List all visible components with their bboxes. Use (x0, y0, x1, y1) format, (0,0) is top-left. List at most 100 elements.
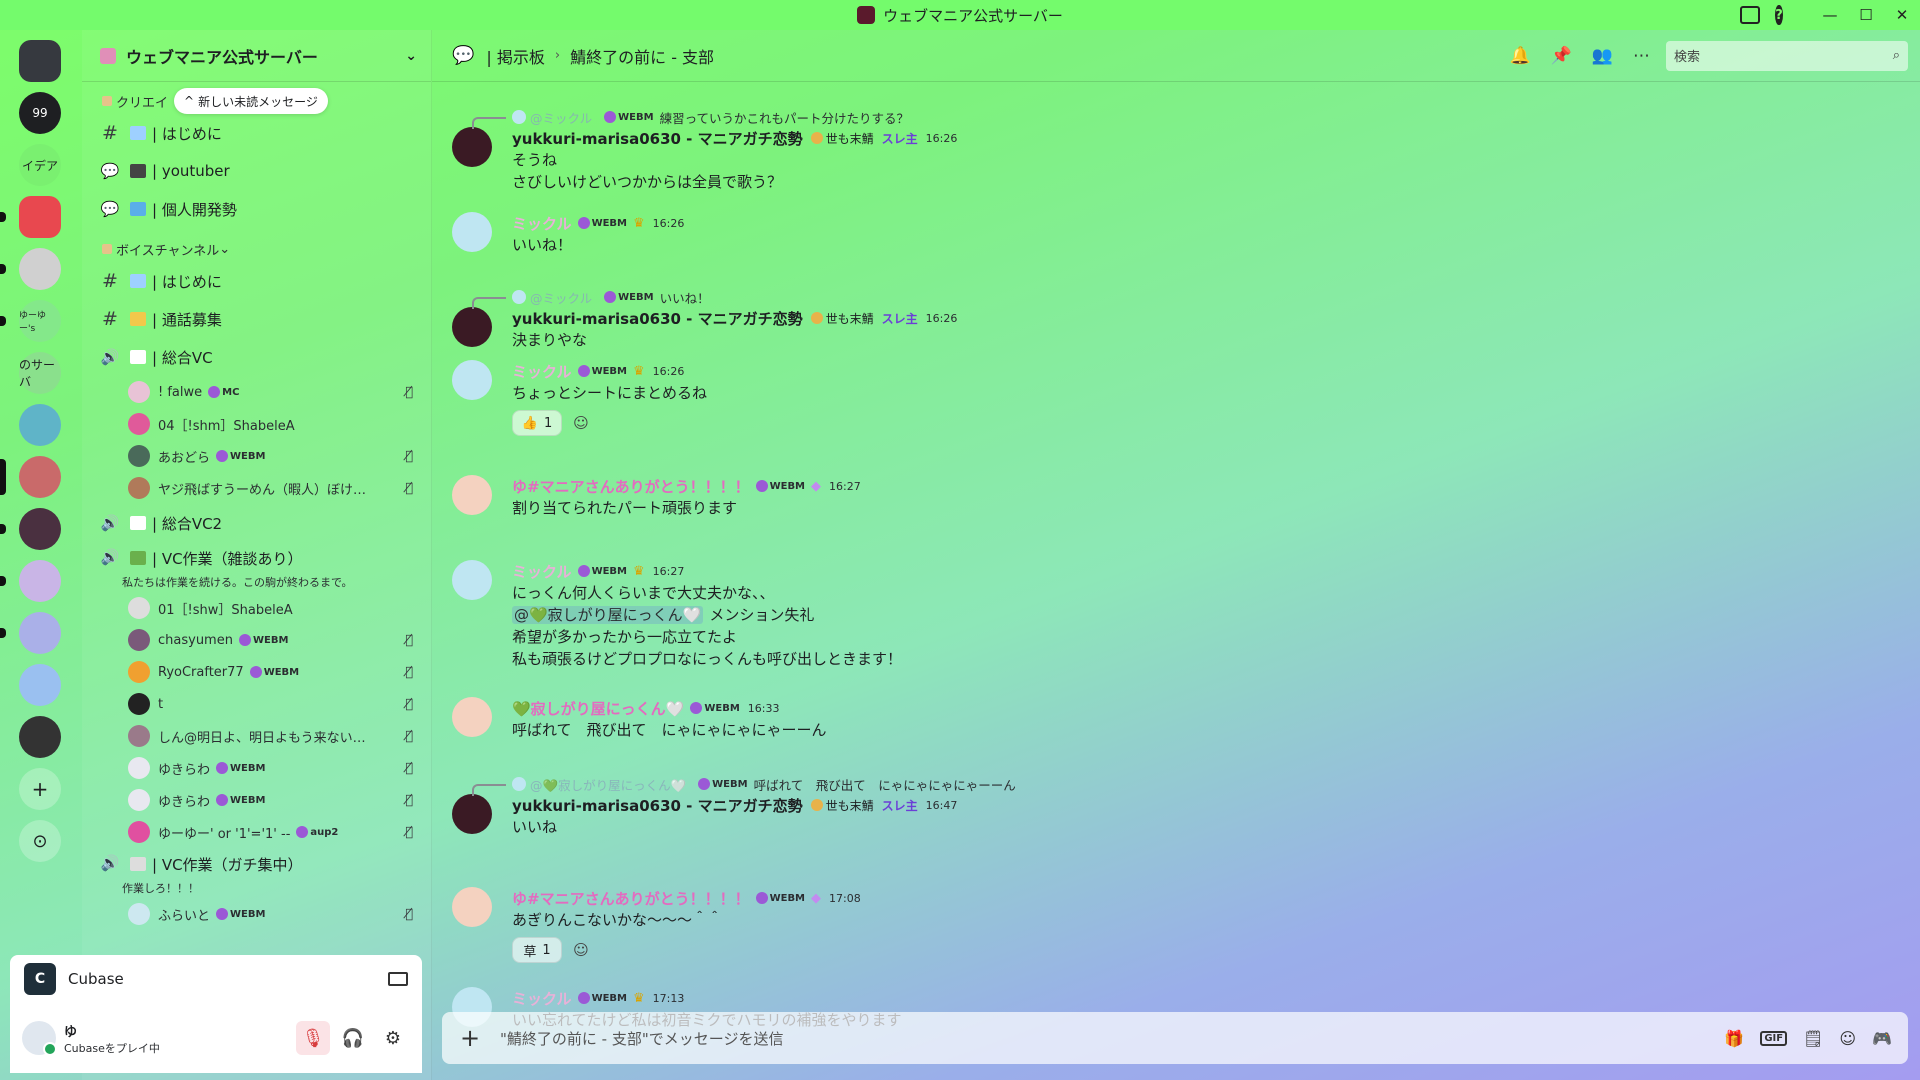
server-item[interactable]: 99 (19, 92, 61, 134)
reaction-chip[interactable]: 草1 (512, 937, 562, 963)
author-name[interactable]: yukkuri-marisa0630 - マニアガチ恋勢 (512, 128, 803, 149)
voice-user[interactable]: ヤジ飛ばすうーめん（暇人）ぼけ… 🎙̸ (82, 472, 431, 504)
gif-icon[interactable]: GIF (1760, 1030, 1788, 1046)
author-name[interactable]: ゆ#マニアさんありがとう！！！！ (512, 476, 750, 497)
game-controller-icon[interactable]: 🎮 (1872, 1029, 1892, 1048)
server-header[interactable]: ウェブマニア公式サーバー ⌄ (82, 30, 431, 82)
category-voice[interactable]: ボイスチャンネル ⌄ (82, 236, 431, 262)
channel-item[interactable]: 💬 | youtuber (82, 152, 431, 190)
channel-item[interactable]: 🔊 | 総合VC (82, 338, 431, 376)
author-name[interactable]: ミックル (512, 361, 572, 382)
help-button[interactable]: ? (1775, 0, 1812, 30)
user-tag-label: WEBM (230, 908, 266, 920)
voice-user[interactable]: ふらいと WEBM 🎙̸ (82, 898, 431, 930)
settings-button[interactable]: ⚙ (376, 1021, 410, 1055)
author-name[interactable]: yukkuri-marisa0630 - マニアガチ恋勢 (512, 308, 803, 329)
channel-item[interactable]: 💬 | 個人開発勢 (82, 190, 431, 228)
voice-user[interactable]: ゆーゆー' or '1'='1' -- aup2 🎙̸ (82, 816, 431, 848)
members-icon[interactable]: 👥 (1592, 46, 1613, 66)
channel-item[interactable]: 🔊 | VC作業（雑談あり） 私たちは作業を続ける。この駒が終わるまで。 (82, 542, 431, 592)
pin-icon[interactable]: 📌 (1551, 46, 1572, 66)
server-item[interactable] (0, 612, 61, 654)
voice-user[interactable]: ゆきらわ WEBM 🎙̸ (82, 784, 431, 816)
new-unread-pill[interactable]: ^ 新しい未読メッセージ (174, 88, 328, 114)
channel-item[interactable]: 🔊 | VC作業（ガチ集中） 作業しろ！！！ (82, 848, 431, 898)
voice-user[interactable]: ! falwe MC 🎙̸ (82, 376, 431, 408)
server-item[interactable] (0, 508, 61, 550)
channel-item[interactable]: # | はじめに (82, 262, 431, 300)
author-avatar[interactable] (452, 794, 492, 834)
author-avatar[interactable] (452, 475, 492, 515)
user-mention[interactable]: @💚寂しがり屋にっくん🤍 (512, 606, 704, 624)
add-server-button[interactable]: + (19, 768, 61, 810)
server-item[interactable]: のサーバ (19, 352, 61, 394)
add-reaction-icon[interactable]: ☺ (568, 937, 594, 963)
activity-panel[interactable]: C Cubase (10, 955, 422, 1003)
channel-item[interactable]: # | はじめに (82, 114, 431, 152)
server-item[interactable] (0, 456, 61, 498)
author-name[interactable]: ミックル (512, 988, 572, 1009)
server-item[interactable] (0, 248, 61, 290)
voice-user[interactable]: t 🎙̸ (82, 688, 431, 720)
screen-share-icon[interactable] (388, 972, 408, 986)
voice-user[interactable]: 01［!shw］ShabeleA (82, 592, 431, 624)
author-name[interactable]: 💚寂しがり屋にっくん🤍 (512, 698, 684, 719)
author-avatar[interactable] (452, 360, 492, 400)
reply-preview[interactable]: @💚寂しがり屋にっくん🤍 WEBM 呼ばれて 飛び出て にゃにゃにゃにゃーーん (472, 774, 1882, 796)
add-reaction-icon[interactable]: ☺ (568, 410, 594, 436)
more-icon[interactable]: ⋯ (1633, 46, 1650, 66)
breadcrumb-parent[interactable]: | 掲示板 (486, 44, 544, 68)
voice-user[interactable]: あおどら WEBM 🎙̸ (82, 440, 431, 472)
author-avatar[interactable] (452, 697, 492, 737)
reply-text: いいね！ (659, 290, 710, 306)
close-button[interactable]: ✕ (1884, 0, 1920, 30)
voice-user[interactable]: RyoCrafter77 WEBM 🎙̸ (82, 656, 431, 688)
reply-preview[interactable]: @ミックル WEBM いいね！ (472, 287, 1882, 309)
search-input[interactable]: 検索 ⌕ (1666, 40, 1908, 71)
server-item[interactable] (19, 716, 61, 758)
inbox-button[interactable] (1740, 0, 1776, 30)
attach-plus-icon[interactable]: + (458, 1024, 482, 1052)
mute-mic-button[interactable]: 🎙 (296, 1021, 330, 1055)
bell-icon[interactable]: 🔔 (1509, 46, 1530, 66)
author-avatar[interactable] (452, 212, 492, 252)
author-name[interactable]: ミックル (512, 213, 572, 234)
author-avatar[interactable] (452, 560, 492, 600)
role-tag: スレ主 (881, 131, 918, 146)
author-name[interactable]: ミックル (512, 561, 572, 582)
server-item[interactable] (0, 560, 61, 602)
minimize-button[interactable]: — (1812, 0, 1848, 30)
explore-servers-button[interactable]: ⊙ (19, 820, 61, 862)
message-composer[interactable]: + "鯖終了の前に - 支部"でメッセージを送信 🎁 GIF 🗒 ☺ 🎮 (442, 1012, 1908, 1064)
category-emoji-icon (102, 96, 112, 106)
tag-icon (604, 291, 617, 303)
author-avatar[interactable] (452, 127, 492, 167)
message: @ミックル WEBM いいね！ yukkuri-marisa0630 - マニアガチ恋… (452, 287, 1882, 351)
voice-user[interactable]: chasyumen WEBM 🎙̸ (82, 624, 431, 656)
voice-user[interactable]: 04［!shm］ShabeleA (82, 408, 431, 440)
author-name[interactable]: yukkuri-marisa0630 - マニアガチ恋勢 (512, 795, 803, 816)
user-tag-label: WEBM (591, 365, 627, 377)
author-avatar[interactable] (452, 887, 492, 927)
user-avatar[interactable] (22, 1021, 57, 1056)
message-body: ミックル WEBM ♛ 16:26 ちょっとシートにまとめるね 👍 1 ☺ (512, 360, 1882, 436)
voice-user[interactable]: しん@明日よ、明日よもう来ない… 🎙̸ (82, 720, 431, 752)
server-item[interactable] (0, 196, 61, 238)
server-item[interactable]: ゆーゆー's (0, 300, 61, 342)
reply-preview[interactable]: @ミックル WEBM 練習っていうかこれもパート分けたりする？ (472, 107, 1882, 129)
author-avatar[interactable] (452, 307, 492, 347)
server-item[interactable]: イデア (19, 144, 61, 186)
maximize-button[interactable]: ☐ (1848, 0, 1884, 30)
reaction-chip[interactable]: 👍 1 (512, 410, 562, 436)
sticker-icon[interactable]: 🗒 (1803, 1029, 1823, 1048)
server-item[interactable] (19, 664, 61, 706)
gift-icon[interactable]: 🎁 (1724, 1029, 1744, 1048)
headphones-button[interactable]: 🎧 (336, 1021, 370, 1055)
server-item[interactable] (19, 404, 61, 446)
emoji-icon[interactable]: ☺ (1839, 1029, 1856, 1048)
server-item[interactable] (19, 40, 61, 82)
author-name[interactable]: ゆ#マニアさんありがとう！！！！ (512, 888, 750, 909)
voice-user[interactable]: ゆきらわ WEBM 🎙̸ (82, 752, 431, 784)
channel-item[interactable]: 🔊 | 総合VC2 (82, 504, 431, 542)
channel-item[interactable]: # | 通話募集 (82, 300, 431, 338)
